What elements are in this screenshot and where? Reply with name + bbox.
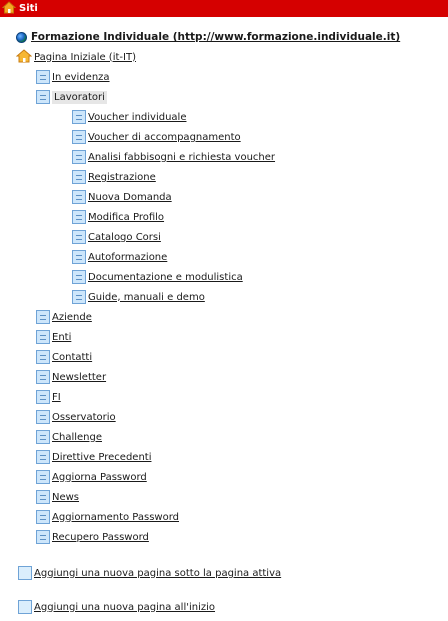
page-link[interactable]: Recupero Password: [52, 532, 149, 543]
page-icon: [72, 230, 86, 244]
page-item-guide[interactable]: Guide, manuali e demo: [72, 288, 205, 306]
page-link[interactable]: News: [52, 492, 79, 503]
page-icon: [72, 170, 86, 184]
page-link[interactable]: Aziende: [52, 312, 92, 323]
page-icon: [36, 330, 50, 344]
page-icon: [72, 150, 86, 164]
site-node[interactable]: Formazione Individuale (http://www.forma…: [14, 28, 400, 46]
page-icon: [36, 70, 50, 84]
page-icon: [72, 190, 86, 204]
page-link[interactable]: Nuova Domanda: [88, 192, 172, 203]
page-link[interactable]: Aggiornamento Password: [52, 512, 179, 523]
page-item-nuova-domanda[interactable]: Nuova Domanda: [72, 188, 172, 206]
page-item-in-evidenza[interactable]: In evidenza: [36, 68, 110, 86]
page-link[interactable]: Analisi fabbisogni e richiesta voucher: [88, 152, 275, 163]
page-item-autoformazione[interactable]: Autoformazione: [72, 248, 167, 266]
add-page-below-link[interactable]: Aggiungi una nuova pagina sotto la pagin…: [34, 568, 281, 579]
add-page-below-action[interactable]: Aggiungi una nuova pagina sotto la pagin…: [18, 564, 281, 582]
site-link[interactable]: Formazione Individuale (http://www.forma…: [31, 31, 400, 43]
page-item-fi[interactable]: FI: [36, 388, 61, 406]
page-icon: [72, 250, 86, 264]
page-icon: [36, 90, 50, 104]
page-icon: [36, 310, 50, 324]
page-icon: [36, 450, 50, 464]
page-icon: [72, 290, 86, 304]
page-item-voucher-accompagnamento[interactable]: Voucher di accompagnamento: [72, 128, 241, 146]
page-icon: [36, 390, 50, 404]
page-link[interactable]: Guide, manuali e demo: [88, 292, 205, 303]
page-item-catalogo-corsi[interactable]: Catalogo Corsi: [72, 228, 161, 246]
page-item-documentazione[interactable]: Documentazione e modulistica: [72, 268, 243, 286]
page-link[interactable]: FI: [52, 392, 61, 403]
page-icon: [36, 470, 50, 484]
page-item-aggiorna-password[interactable]: Aggiorna Password: [36, 468, 147, 486]
add-page-start-link[interactable]: Aggiungi una nuova pagina all'inizio: [34, 602, 215, 613]
page-icon: [36, 510, 50, 524]
page-item-analisi[interactable]: Analisi fabbisogni e richiesta voucher: [72, 148, 275, 166]
page-icon: [36, 410, 50, 424]
page-link[interactable]: Modifica Profilo: [88, 212, 164, 223]
page-link[interactable]: Aggiorna Password: [52, 472, 147, 483]
globe-icon: [16, 31, 27, 43]
page-link[interactable]: Registrazione: [88, 172, 156, 183]
home-icon: [15, 48, 33, 67]
page-item-osservatorio[interactable]: Osservatorio: [36, 408, 116, 426]
page-icon: [72, 270, 86, 284]
page-item-contatti[interactable]: Contatti: [36, 348, 92, 366]
page-link[interactable]: Osservatorio: [52, 412, 116, 423]
page-item-modifica-profilo[interactable]: Modifica Profilo: [72, 208, 164, 226]
page-icon: [36, 430, 50, 444]
site-tree-panel: Siti Formazione Individuale (http://www.…: [0, 0, 448, 621]
home-icon: [1, 0, 17, 17]
page-icon: [72, 110, 86, 124]
page-item-registrazione[interactable]: Registrazione: [72, 168, 156, 186]
page-item-newsletter[interactable]: Newsletter: [36, 368, 106, 386]
home-page-link[interactable]: Pagina Iniziale (it-IT): [34, 52, 136, 63]
sites-header: Siti: [0, 0, 448, 17]
active-page-label[interactable]: Lavoratori: [52, 90, 107, 104]
new-page-icon: [18, 600, 32, 614]
page-icon: [72, 210, 86, 224]
page-item-aggiornamento-password[interactable]: Aggiornamento Password: [36, 508, 179, 526]
page-link[interactable]: Documentazione e modulistica: [88, 272, 243, 283]
page-icon: [72, 130, 86, 144]
page-link[interactable]: Autoformazione: [88, 252, 167, 263]
page-item-enti[interactable]: Enti: [36, 328, 71, 346]
page-item-news[interactable]: News: [36, 488, 79, 506]
page-item-voucher-individuale[interactable]: Voucher individuale: [72, 108, 186, 126]
page-link[interactable]: Catalogo Corsi: [88, 232, 161, 243]
page-icon: [36, 530, 50, 544]
page-link[interactable]: Voucher individuale: [88, 112, 186, 123]
page-item-challenge[interactable]: Challenge: [36, 428, 102, 446]
page-item-direttive[interactable]: Direttive Precedenti: [36, 448, 151, 466]
page-link[interactable]: In evidenza: [52, 72, 110, 83]
page-link[interactable]: Challenge: [52, 432, 102, 443]
page-item-lavoratori[interactable]: Lavoratori: [36, 88, 107, 106]
new-page-icon: [18, 566, 32, 580]
sites-title: Siti: [19, 3, 38, 14]
page-icon: [36, 350, 50, 364]
page-link[interactable]: Contatti: [52, 352, 92, 363]
page-item-recupero-password[interactable]: Recupero Password: [36, 528, 149, 546]
page-link[interactable]: Newsletter: [52, 372, 106, 383]
page-icon: [36, 490, 50, 504]
add-page-start-action[interactable]: Aggiungi una nuova pagina all'inizio: [18, 598, 215, 616]
home-page-node[interactable]: Pagina Iniziale (it-IT): [15, 48, 136, 67]
page-item-aziende[interactable]: Aziende: [36, 308, 92, 326]
page-link[interactable]: Voucher di accompagnamento: [88, 132, 241, 143]
page-link[interactable]: Enti: [52, 332, 71, 343]
page-link[interactable]: Direttive Precedenti: [52, 452, 151, 463]
page-icon: [36, 370, 50, 384]
